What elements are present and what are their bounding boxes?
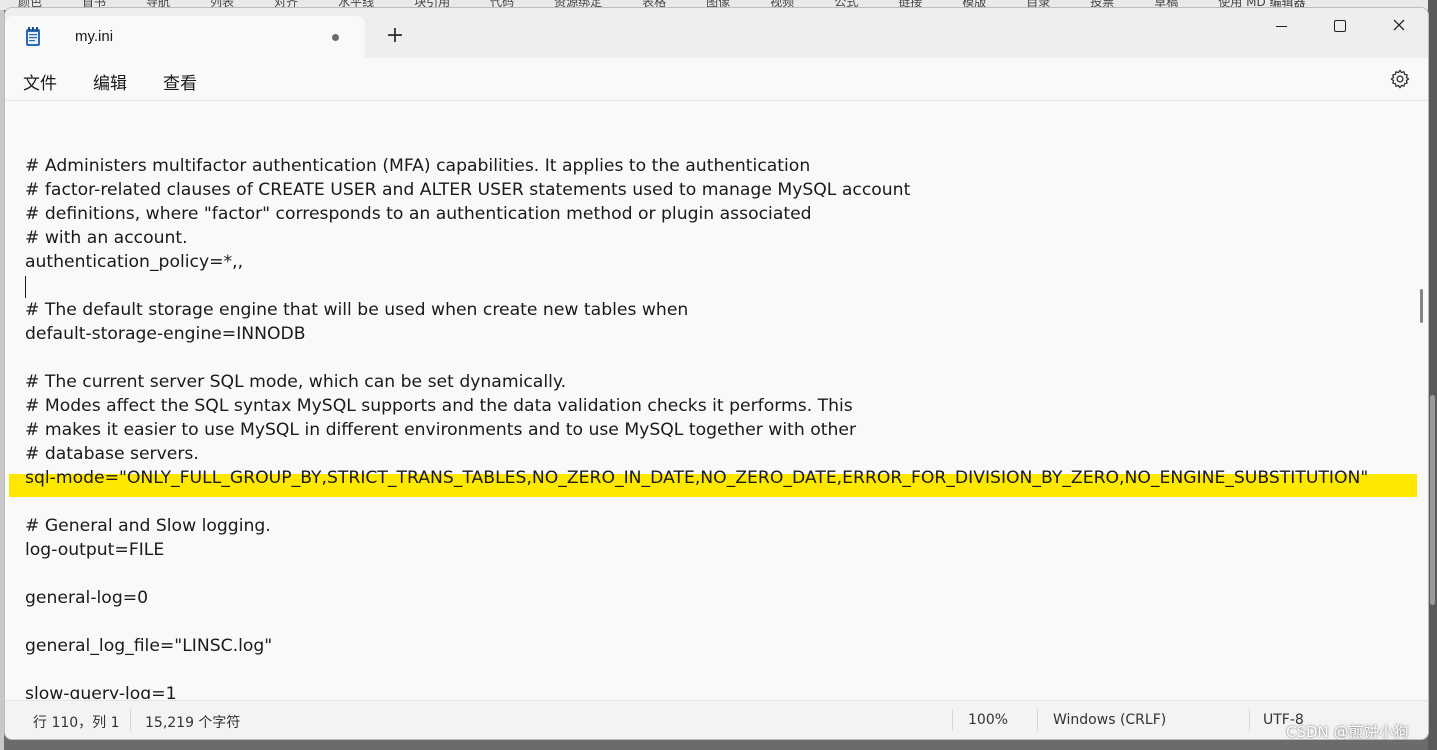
close-icon: [1393, 19, 1405, 31]
editor-line[interactable]: general-log=0: [25, 586, 1368, 610]
editor-line[interactable]: slow-query-log=1: [25, 682, 1368, 699]
editor-line[interactable]: sql-mode="ONLY_FULL_GROUP_BY,STRICT_TRAN…: [25, 466, 1368, 490]
menu-bar: 文件 编辑 查看: [5, 58, 1428, 101]
editor-line[interactable]: # factor-related clauses of CREATE USER …: [25, 178, 1368, 202]
text-caret: [25, 276, 26, 298]
editor-line[interactable]: [25, 106, 1368, 130]
settings-gear-icon[interactable]: [1389, 68, 1411, 90]
file-tab[interactable]: my.ini: [5, 16, 365, 58]
menu-file[interactable]: 文件: [23, 69, 57, 94]
editor-line[interactable]: [25, 610, 1368, 634]
status-divider: [952, 709, 953, 731]
status-bar: 行 110，列 1 15,219 个字符 100% Windows (CRLF)…: [5, 700, 1428, 739]
editor-line[interactable]: # database servers.: [25, 442, 1368, 466]
editor-line[interactable]: [25, 490, 1368, 514]
zoom-level[interactable]: 100%: [968, 712, 1008, 728]
status-divider: [1037, 709, 1038, 731]
editor-line[interactable]: # makes it easier to use MySQL in differ…: [25, 418, 1368, 442]
background-scrollbar-thumb: [1430, 395, 1435, 605]
editor-lines[interactable]: # character-set-server# Administers mult…: [25, 101, 1368, 699]
editor-line[interactable]: [25, 130, 1368, 154]
editor-line[interactable]: general_log_file="LINSC.log": [25, 634, 1368, 658]
text-editor[interactable]: # character-set-server# Administers mult…: [5, 101, 1417, 699]
menu-view[interactable]: 查看: [163, 69, 197, 94]
cursor-position: 行 110，列 1: [33, 715, 120, 731]
minimize-button[interactable]: [1252, 8, 1310, 44]
close-button[interactable]: [1370, 8, 1428, 44]
tab-title: my.ini: [75, 28, 114, 45]
vertical-scrollbar[interactable]: [1417, 101, 1428, 699]
title-bar[interactable]: my.ini +: [5, 8, 1428, 58]
editor-line[interactable]: [25, 274, 1368, 298]
editor-line[interactable]: [25, 562, 1368, 586]
menu-edit[interactable]: 编辑: [93, 69, 127, 94]
new-tab-button[interactable]: +: [381, 22, 409, 50]
minimize-icon: [1276, 26, 1287, 27]
character-count: 15,219 个字符: [145, 715, 241, 731]
editor-line[interactable]: default-storage-engine=INNODB: [25, 322, 1368, 346]
editor-line[interactable]: authentication_policy=*,,: [25, 250, 1368, 274]
editor-line[interactable]: # The current server SQL mode, which can…: [25, 370, 1368, 394]
editor-line[interactable]: # with an account.: [25, 226, 1368, 250]
notepad-window: my.ini + 文件 编辑 查看 # character-set-server…: [4, 7, 1429, 740]
scrollbar-thumb[interactable]: [1420, 289, 1423, 323]
maximize-button[interactable]: [1311, 8, 1369, 44]
editor-line[interactable]: [25, 346, 1368, 370]
editor-line[interactable]: # Administers multifactor authentication…: [25, 154, 1368, 178]
maximize-icon: [1334, 20, 1346, 32]
line-ending[interactable]: Windows (CRLF): [1053, 712, 1166, 728]
editor-line[interactable]: [25, 658, 1368, 682]
editor-line[interactable]: # Modes affect the SQL syntax MySQL supp…: [25, 394, 1368, 418]
editor-line[interactable]: log-output=FILE: [25, 538, 1368, 562]
editor-line[interactable]: # definitions, where "factor" correspond…: [25, 202, 1368, 226]
notepad-icon: [26, 27, 40, 46]
editor-line[interactable]: # General and Slow logging.: [25, 514, 1368, 538]
status-divider: [130, 709, 131, 731]
unsaved-indicator-icon[interactable]: [332, 34, 339, 41]
background-scrollbar: [1428, 0, 1437, 750]
editor-line[interactable]: # The default storage engine that will b…: [25, 298, 1368, 322]
csdn-watermark: CSDN @煎饼小狗: [1286, 723, 1409, 741]
status-divider: [1249, 709, 1250, 731]
